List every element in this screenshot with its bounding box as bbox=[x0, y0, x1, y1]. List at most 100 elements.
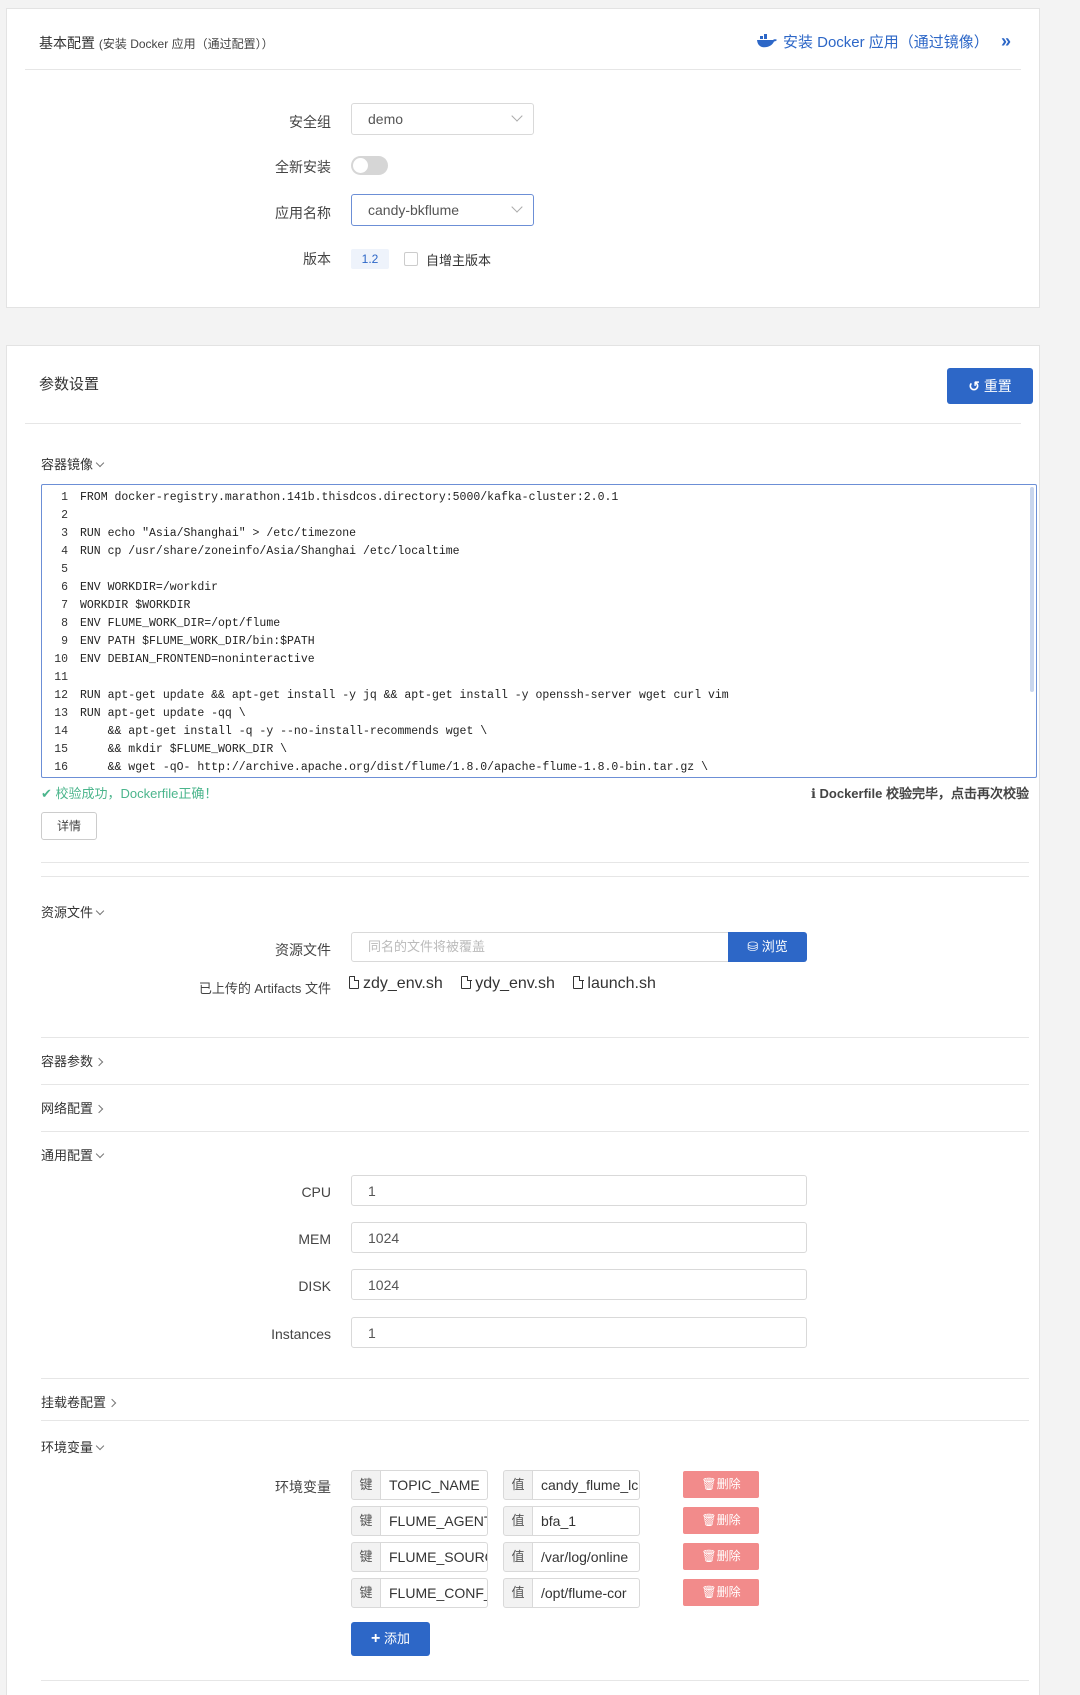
delete-label: 删除 bbox=[716, 1585, 741, 1599]
chevron-right-icon bbox=[94, 1057, 104, 1067]
divider bbox=[41, 1420, 1029, 1421]
env-value-input[interactable]: bfa_1 bbox=[533, 1506, 640, 1536]
editor-scrollbar[interactable] bbox=[1030, 487, 1034, 692]
line-number: 14 bbox=[54, 725, 68, 738]
env-key-input[interactable]: FLUME_AGENT_ bbox=[381, 1506, 488, 1536]
key-tag: 键 bbox=[351, 1470, 381, 1500]
instances-input[interactable]: 1 bbox=[351, 1317, 807, 1348]
dockerfile-editor[interactable]: 1 FROM docker-registry.marathon.141b.this… bbox=[41, 484, 1037, 778]
line-number: 2 bbox=[61, 509, 68, 522]
env-key-input[interactable]: TOPIC_NAME bbox=[381, 1470, 488, 1500]
chevron-right-icon bbox=[107, 1398, 117, 1408]
basic-config-subtitle: (安装 Docker 应用（通过配置）） bbox=[98, 37, 274, 51]
line-number: 11 bbox=[54, 671, 68, 684]
browse-button[interactable]: ⛁ 浏览 bbox=[728, 932, 807, 962]
section-env[interactable]: 环境变量 bbox=[41, 1437, 105, 1456]
section-env-label: 环境变量 bbox=[41, 1440, 94, 1455]
divider bbox=[25, 423, 1021, 424]
double-chevron-right-icon: » bbox=[1000, 31, 1011, 51]
info-icon: ℹ bbox=[810, 786, 816, 801]
section-network[interactable]: 网络配置 bbox=[41, 1098, 104, 1117]
env-value-input[interactable]: /var/log/online bbox=[533, 1542, 640, 1572]
reset-icon: ↺ bbox=[968, 378, 980, 394]
section-container-params[interactable]: 容器参数 bbox=[41, 1051, 104, 1070]
delete-button[interactable]: 🗑删除 bbox=[683, 1507, 759, 1534]
details-button[interactable]: 详情 bbox=[41, 812, 97, 840]
trash-icon: 🗑 bbox=[701, 1585, 717, 1599]
security-group-select[interactable]: demo bbox=[351, 103, 534, 135]
divider bbox=[41, 1378, 1029, 1379]
value-tag: 值 bbox=[503, 1578, 533, 1608]
instances-label: Instances bbox=[271, 1326, 331, 1342]
mem-input[interactable]: 1024 bbox=[351, 1222, 807, 1253]
docker-icon bbox=[756, 34, 777, 48]
line-number: 3 bbox=[61, 527, 68, 540]
code-text: && mkdir $FLUME_WORK_DIR \ bbox=[80, 743, 288, 756]
env-value-input[interactable]: /opt/flume-cor bbox=[533, 1578, 640, 1608]
delete-button[interactable]: 🗑删除 bbox=[683, 1579, 759, 1606]
file-icon bbox=[461, 975, 472, 989]
env-value-input[interactable]: candy_flume_lc bbox=[533, 1470, 640, 1500]
env-key-input[interactable]: FLUME_SOURC bbox=[381, 1542, 488, 1572]
security-group-value: demo bbox=[368, 111, 404, 127]
plus-icon: + bbox=[371, 1630, 381, 1647]
env-key-input[interactable]: FLUME_CONF_I bbox=[381, 1578, 488, 1608]
divider bbox=[25, 69, 1021, 70]
artifact-item[interactable]: ydy_env.sh bbox=[461, 975, 555, 992]
section-container-image[interactable]: 容器镜像 bbox=[41, 454, 105, 473]
line-number: 12 bbox=[54, 689, 68, 702]
divider bbox=[41, 862, 1029, 863]
chevron-down-icon bbox=[95, 1441, 105, 1451]
artifact-name: launch.sh bbox=[587, 975, 656, 992]
version-badge: 1.2 bbox=[351, 249, 389, 269]
artifact-name: ydy_env.sh bbox=[475, 975, 555, 992]
line-number: 9 bbox=[61, 635, 68, 648]
fresh-install-toggle[interactable] bbox=[351, 156, 388, 175]
disk-label: DISK bbox=[298, 1278, 331, 1294]
section-general[interactable]: 通用配置 bbox=[41, 1145, 105, 1164]
basic-config-panel: 基本配置 (安装 Docker 应用（通过配置）） 安装 Docker 应用（通… bbox=[6, 8, 1040, 308]
section-volumes[interactable]: 挂载卷配置 bbox=[41, 1392, 117, 1411]
app-name-select[interactable]: candy-bkflume bbox=[351, 194, 534, 226]
line-number: 8 bbox=[61, 617, 68, 630]
code-text: ENV FLUME_WORK_DIR=/opt/flume bbox=[80, 617, 281, 630]
resource-file-input[interactable]: 同名的文件将被覆盖 bbox=[351, 932, 729, 962]
reset-label: 重置 bbox=[983, 378, 1012, 394]
revalidate-link[interactable]: ℹ Dockerfile 校验完毕，点击再次校验 bbox=[811, 783, 1029, 802]
auto-increment-label: 自增主版本 bbox=[426, 253, 492, 268]
file-icon bbox=[573, 975, 584, 989]
cpu-input[interactable]: 1 bbox=[351, 1175, 807, 1206]
code-text: WORKDIR $WORKDIR bbox=[80, 599, 191, 612]
app-name-value: candy-bkflume bbox=[368, 202, 460, 218]
artifact-item[interactable]: launch.sh bbox=[573, 975, 656, 992]
section-resource-files-label: 资源文件 bbox=[41, 905, 94, 920]
key-tag: 键 bbox=[351, 1542, 381, 1572]
check-icon: ✔ bbox=[41, 786, 52, 801]
app-name-label: 应用名称 bbox=[275, 205, 331, 221]
section-resource-files[interactable]: 资源文件 bbox=[41, 902, 105, 921]
line-number: 7 bbox=[61, 599, 68, 612]
line-number: 6 bbox=[61, 581, 68, 594]
key-tag: 键 bbox=[351, 1578, 381, 1608]
delete-button[interactable]: 🗑删除 bbox=[683, 1543, 759, 1570]
section-network-label: 网络配置 bbox=[41, 1101, 94, 1116]
delete-button[interactable]: 🗑删除 bbox=[683, 1471, 759, 1498]
trash-icon: 🗑 bbox=[701, 1513, 717, 1527]
toggle-knob bbox=[353, 158, 368, 173]
line-number: 5 bbox=[61, 563, 68, 576]
reset-button[interactable]: ↺ 重置 bbox=[947, 368, 1033, 404]
chevron-down-icon bbox=[511, 201, 523, 213]
section-container-params-label: 容器参数 bbox=[41, 1054, 94, 1069]
auto-increment-checkbox[interactable] bbox=[404, 252, 418, 266]
key-tag: 键 bbox=[351, 1506, 381, 1536]
resource-file-label: 资源文件 bbox=[275, 942, 331, 958]
code-text: RUN apt-get update && apt-get install -y… bbox=[80, 689, 729, 702]
install-via-image-link[interactable]: 安装 Docker 应用（通过镜像） » bbox=[756, 31, 1011, 52]
add-env-button[interactable]: + 添加 bbox=[351, 1622, 430, 1656]
artifact-item[interactable]: zdy_env.sh bbox=[349, 975, 443, 992]
code-text: RUN cp /usr/share/zoneinfo/Asia/Shanghai… bbox=[80, 545, 460, 558]
delete-label: 删除 bbox=[716, 1549, 741, 1563]
hdd-icon: ⛁ bbox=[747, 939, 759, 954]
disk-input[interactable]: 1024 bbox=[351, 1269, 807, 1300]
line-number: 1 bbox=[61, 491, 68, 504]
